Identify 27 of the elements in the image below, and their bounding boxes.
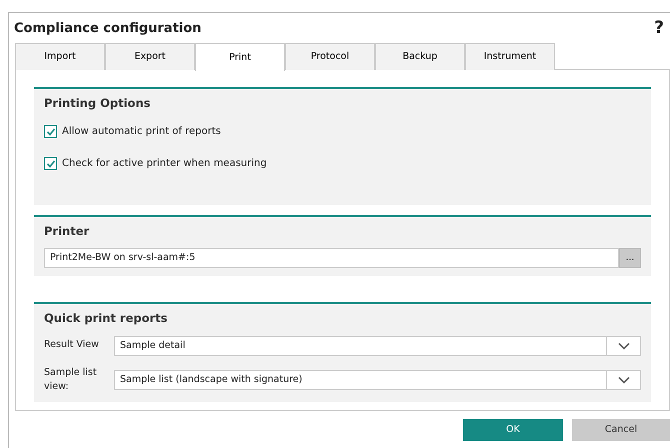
chevron-down-icon (618, 342, 630, 350)
checkbox[interactable] (44, 157, 57, 170)
tab[interactable]: Import (15, 43, 105, 70)
section-title: Printing Options (44, 95, 152, 112)
cancel-button[interactable]: Cancel (572, 419, 670, 441)
dropdown-field[interactable]: Sample detail (114, 336, 607, 356)
tab[interactable]: Protocol (285, 43, 375, 70)
tab[interactable]: Instrument (465, 43, 555, 70)
checkbox-label: Allow automatic print of reports (62, 125, 221, 140)
section-title: Quick print reports (44, 310, 169, 328)
section-title: Printer (44, 223, 90, 240)
chevron-down-icon (618, 376, 630, 384)
field-label: Result View (44, 338, 100, 352)
dropdown-button[interactable] (607, 370, 641, 390)
ok-button[interactable]: OK (463, 419, 563, 441)
tab[interactable]: Backup (375, 43, 465, 70)
help-icon[interactable]: ? (654, 16, 664, 42)
dropdown-field[interactable]: Sample list (landscape with signature) (114, 370, 607, 390)
field-label: Sample list view: (44, 366, 98, 394)
checkbox-label: Check for active printer when measuring (62, 157, 267, 172)
tab[interactable]: Export (105, 43, 195, 70)
dropdown-button[interactable] (607, 336, 641, 356)
window-title: Compliance configuration (14, 20, 202, 38)
browse-button[interactable]: ... (619, 248, 641, 268)
tab[interactable]: Print (195, 43, 285, 71)
printer-field[interactable]: Print2Me-BW on srv-sl-aam#:5 (44, 248, 619, 268)
checkbox[interactable] (44, 125, 57, 138)
